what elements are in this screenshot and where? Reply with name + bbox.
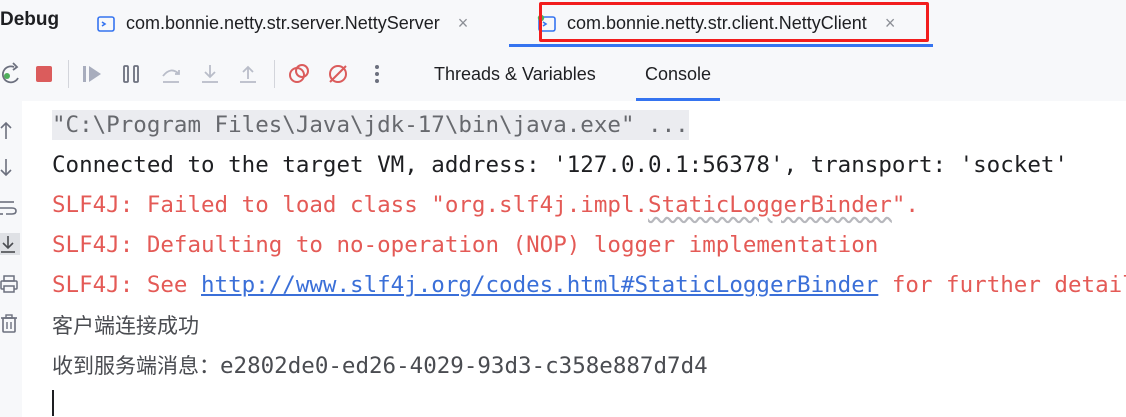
debug-tool-window-header: Debug com.bonnie.netty.str.server.NettyS… (0, 0, 1126, 49)
console-line-error: SLF4J: Failed to load class "org.slf4j.i… (52, 190, 919, 220)
highlight-box (539, 2, 929, 42)
down-arrow-icon[interactable] (0, 157, 20, 179)
tab-console[interactable]: Console (636, 48, 721, 101)
tool-window-title: Debug (0, 9, 60, 30)
message-label: 收到服务端消息： (52, 354, 220, 378)
console-line-server-message: 收到服务端消息：e2802de0-ed26-4029-93d3-c358e887… (52, 351, 708, 381)
tab-label: com.bonnie.netty.str.server.NettyServer (126, 13, 440, 33)
message-value: e2802de0-ed26-4029-93d3-c358e887d7d4 (220, 353, 708, 379)
text-cursor (52, 390, 54, 416)
pause-icon[interactable] (119, 62, 143, 86)
class-name-text: StaticLoggerBinder (648, 192, 892, 218)
soft-wrap-icon[interactable] (0, 197, 20, 219)
stop-icon[interactable] (32, 62, 56, 86)
console-line-client-connected: 客户端连接成功 (52, 314, 199, 338)
console-side-toolbar (0, 101, 23, 417)
error-text: SLF4J: See (52, 272, 202, 298)
console-line-error: SLF4J: See http://www.slf4j.org/codes.ht… (52, 270, 1126, 300)
toolbar-divider (274, 60, 275, 88)
error-text: SLF4J: Failed to load class "org.slf4j.i… (52, 192, 649, 218)
print-icon[interactable] (0, 273, 20, 295)
console-line-connected: Connected to the target VM, address: '12… (52, 152, 1068, 178)
step-over-icon[interactable] (159, 62, 183, 86)
more-options-icon[interactable] (365, 62, 389, 86)
clear-all-icon[interactable] (0, 313, 20, 335)
scroll-to-end-icon[interactable] (0, 233, 20, 255)
console-output[interactable]: "C:\Program Files\Java\jdk-17\bin\java.e… (22, 101, 1126, 417)
resume-icon[interactable] (80, 62, 104, 86)
step-into-icon[interactable] (198, 62, 222, 86)
error-text: ". (891, 192, 919, 218)
close-icon[interactable]: × (458, 13, 469, 34)
rerun-icon[interactable] (0, 62, 24, 86)
up-arrow-icon[interactable] (0, 119, 20, 141)
active-tab-indicator (509, 44, 933, 47)
mute-breakpoints-icon[interactable] (326, 62, 350, 86)
console-line-error: SLF4J: Defaulting to no-operation (NOP) … (52, 232, 879, 258)
toolbar-divider (68, 60, 69, 88)
run-config-icon (96, 14, 116, 34)
view-breakpoints-icon[interactable] (287, 62, 311, 86)
slf4j-docs-link[interactable]: http://www.slf4j.org/codes.html#StaticLo… (201, 272, 878, 298)
step-out-icon[interactable] (236, 62, 260, 86)
tab-netty-server[interactable]: com.bonnie.netty.str.server.NettyServer … (96, 0, 468, 47)
error-text: for further details. (891, 272, 1126, 298)
debug-toolbar: Threads & Variables Console (0, 48, 1126, 102)
console-line-command[interactable]: "C:\Program Files\Java\jdk-17\bin\java.e… (52, 110, 689, 140)
tab-threads-variables[interactable]: Threads & Variables (425, 48, 605, 101)
